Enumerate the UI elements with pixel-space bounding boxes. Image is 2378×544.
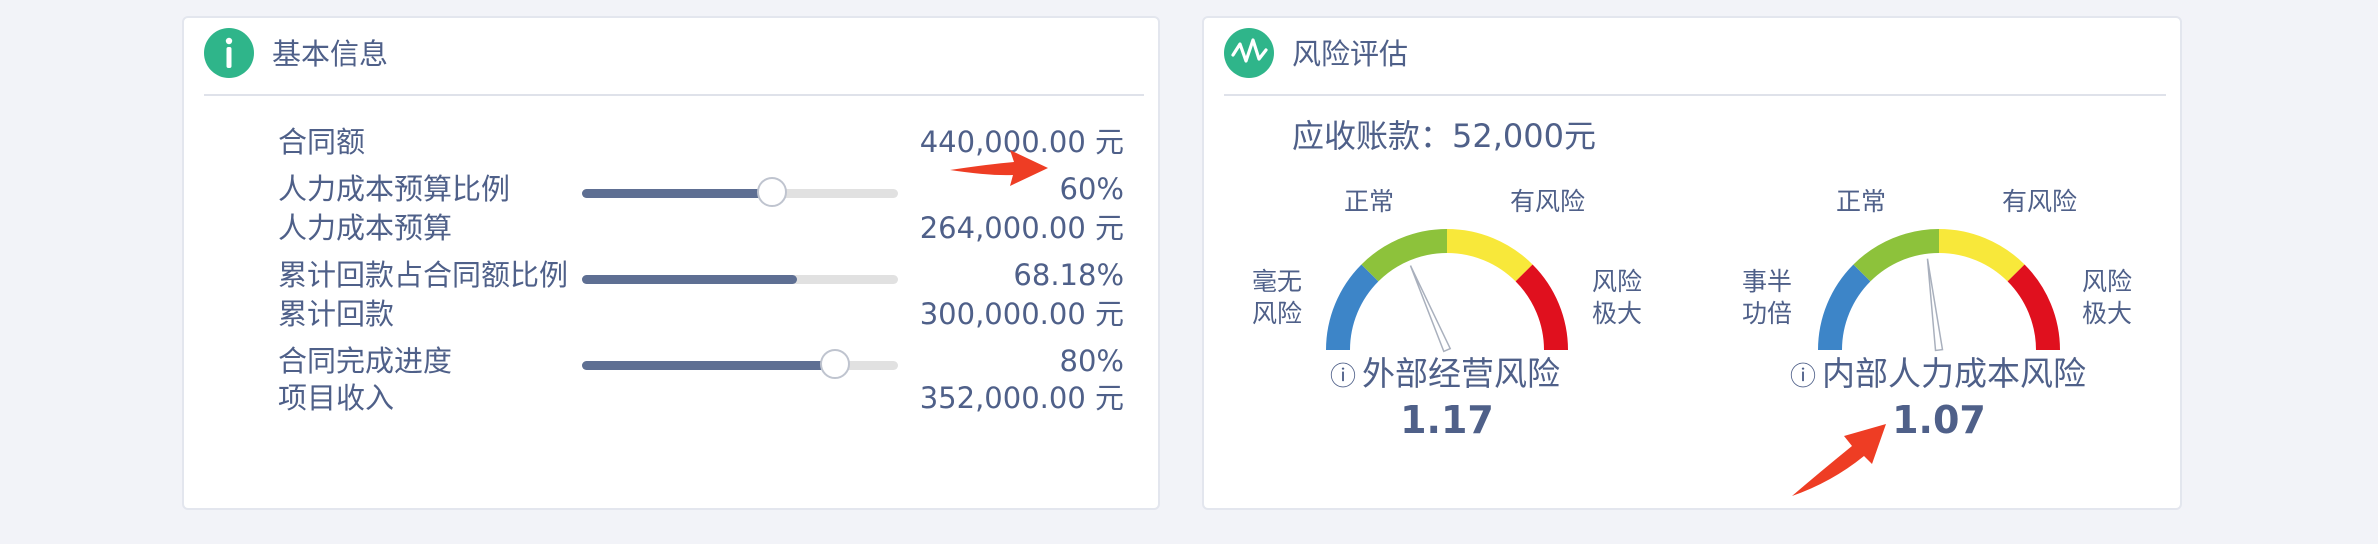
row-labor-budget-ratio-label: 人力成本预算比例	[278, 172, 511, 206]
completion-fill	[582, 361, 835, 370]
row-completion-value: 80%	[1059, 344, 1124, 378]
gauge-needle	[1926, 258, 1944, 352]
risk-assessment-title: 风险评估	[1292, 37, 1409, 71]
basic-info-title: 基本信息	[272, 37, 389, 71]
row-project-income-value: 352,000.00 元	[919, 381, 1124, 415]
row-labor-budget-label: 人力成本预算	[278, 211, 453, 245]
gauge-segment	[1853, 229, 1940, 282]
gauge2-risk-label: 有风险	[2002, 187, 2078, 216]
labor-budget-ratio-fill	[582, 189, 772, 198]
annotation-arrow-up-right-icon	[1792, 424, 1886, 496]
info-circle-icon[interactable]: ⓘ	[1790, 362, 1816, 392]
basic-info-header: 基本信息	[204, 18, 1144, 96]
risk-assessment-panel: 风险评估 应收账款：52,000元 毫无 风险 正常 有风险 风险 极大 ⓘ 外部…	[1202, 16, 2182, 510]
info-icon	[204, 28, 254, 78]
gauge2-title-text: 内部人力成本风险	[1822, 354, 2087, 393]
internal-labor-risk-gauge-dial	[1818, 229, 2060, 352]
basic-info-panel: 基本信息 合同额 440,000.00 元 人力成本预算比例 60% 人力成本预…	[182, 16, 1160, 510]
row-collection-label: 累计回款	[278, 297, 395, 331]
row-contract-amount-label: 合同额	[278, 125, 366, 159]
labor-budget-ratio-handle[interactable]	[756, 177, 787, 207]
row-project-income-label: 项目收入	[278, 381, 395, 415]
gauge2-right-label-2: 极大	[2081, 299, 2132, 328]
collection-ratio-fill	[582, 275, 798, 284]
row-collection-ratio-value: 68.18%	[1013, 258, 1124, 292]
receivable-amount: 应收账款：52,000元	[1292, 117, 1596, 155]
row-collection-value: 300,000.00 元	[919, 297, 1124, 331]
row-completion-label: 合同完成进度	[278, 344, 453, 378]
gauge2-left-label-1: 事半	[1741, 267, 1792, 296]
gauge1-value: 1.17	[1400, 398, 1494, 442]
gauge-segment	[1818, 264, 1871, 351]
gauge-segment	[1938, 229, 2025, 282]
risk-assessment-header: 风险评估	[1224, 18, 2166, 96]
row-collection-ratio-label: 累计回款占合同额比例	[278, 258, 569, 292]
gauge2-normal-label: 正常	[1836, 187, 1887, 216]
gauge2-title[interactable]: ⓘ 内部人力成本风险	[1790, 352, 2086, 399]
pulse-icon	[1224, 28, 1274, 78]
gauge2-left-label-2: 功倍	[1741, 299, 1792, 328]
gauge-segment	[2007, 264, 2060, 351]
annotation-arrow-right-icon	[950, 150, 1048, 186]
row-labor-budget-value: 264,000.00 元	[919, 211, 1124, 245]
gauge2-right-label-1: 风险	[2081, 267, 2132, 296]
